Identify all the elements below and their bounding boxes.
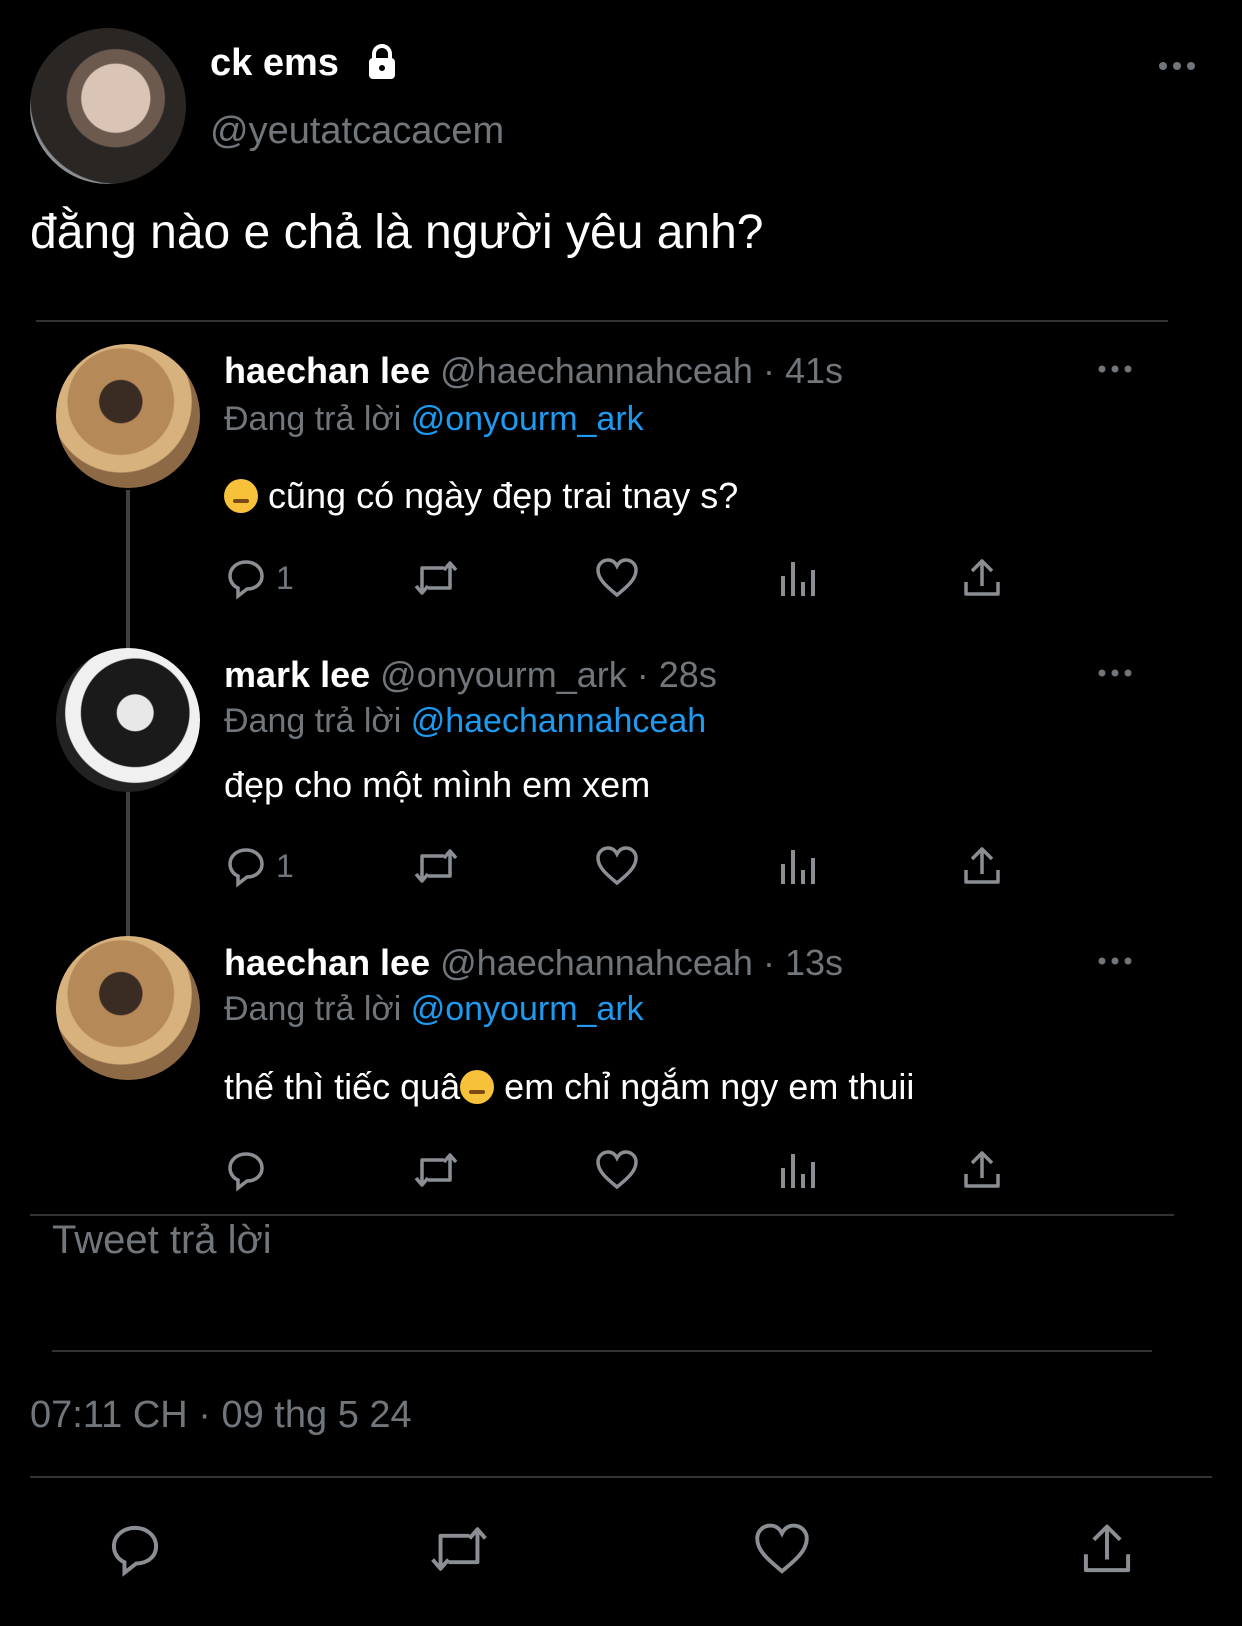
thread-line [126,792,130,938]
retweet-icon [410,844,462,888]
author-avatar[interactable] [30,28,186,184]
disappointed-face-emoji [460,1070,495,1104]
reply-avatar[interactable] [56,936,200,1080]
views-button[interactable] [778,844,818,888]
share-icon [960,844,1004,888]
share-icon [960,556,1004,600]
share-button[interactable] [960,844,1004,888]
reply-author-name[interactable]: haechan lee [224,350,430,391]
reply-header: haechan lee @haechannahceah · 41s [224,350,843,392]
share-button[interactable] [960,556,1004,600]
reply-time: · 28s [636,654,717,695]
retweet-button[interactable] [410,844,462,888]
reply-author-handle[interactable]: @haechannahceah [440,942,753,983]
retweet-icon[interactable] [424,1520,494,1578]
reply-text: cũng có ngày đẹp trai tnay s? [224,475,738,517]
timestamp-divider [30,1476,1212,1478]
replying-to-label: Đang trả lời [224,990,402,1028]
views-button[interactable] [778,1148,818,1192]
views-button[interactable] [778,556,818,600]
reply-text: thế thì tiếc quâ em chỉ ngắm ngy em thui… [224,1066,914,1108]
replying-to-label: Đang trả lời [224,702,402,740]
analytics-icon [778,556,818,600]
action-bar [224,1148,1044,1196]
replying-to: Đang trả lời @onyourm_ark [224,990,644,1029]
composer-divider [52,1350,1152,1352]
retweet-icon [410,556,462,600]
heart-icon [594,1148,640,1192]
bottom-action-bar [0,1520,1242,1580]
share-button[interactable] [960,1148,1004,1192]
replying-to-label: Đang trả lời [224,400,402,438]
replying-to: Đang trả lời @haechannahceah [224,702,706,741]
reply-text-content: em chỉ ngắm ngy em thuii [494,1066,915,1107]
author-display-name[interactable]: ck ems [210,42,339,85]
like-button[interactable] [594,844,640,888]
reply-avatar[interactable] [56,344,200,488]
reply-author-name[interactable]: haechan lee [224,942,430,983]
face-with-hand-over-mouth-emoji [224,479,258,513]
retweet-icon [410,1148,462,1192]
reply-icon[interactable] [106,1520,164,1578]
replying-to-mention[interactable]: @haechannahceah [411,702,706,740]
action-bar: 1 [224,556,1044,604]
retweet-button[interactable] [410,1148,462,1192]
reply-time: · 13s [762,942,843,983]
reply-text-content: thế thì tiếc quâ [224,1066,461,1107]
reply-header: haechan lee @haechannahceah · 13s [224,942,843,984]
replying-to-mention[interactable]: @onyourm_ark [411,400,644,438]
replying-to: Đang trả lời @onyourm_ark [224,400,644,439]
reply-text: đẹp cho một mình em xem [224,764,651,805]
more-icon[interactable] [1098,956,1132,966]
retweet-button[interactable] [410,556,462,600]
reply-author-handle[interactable]: @haechannahceah [440,350,753,391]
tweet-text: đằng nào e chả là người yêu anh? [30,206,764,259]
more-icon[interactable] [1098,668,1132,678]
heart-icon [594,556,640,600]
reply-text-content: cũng có ngày đẹp trai tnay s? [268,475,739,516]
quote-divider [36,320,1168,322]
analytics-icon [778,844,818,888]
like-button[interactable] [594,1148,640,1192]
reply-author-handle[interactable]: @onyourm_ark [380,654,627,695]
share-icon [960,1148,1004,1192]
reply-time: · 41s [762,350,843,391]
author-handle[interactable]: @yeutatcacacem [210,110,504,153]
more-icon[interactable] [1098,364,1132,374]
tweet-timestamp: 07:11 CH · 09 thg 5 24 [30,1394,412,1436]
reply-button[interactable] [224,1148,276,1192]
more-icon[interactable] [1158,60,1196,72]
thread-divider [30,1214,1174,1216]
reply-button[interactable]: 1 [224,556,294,600]
analytics-icon [778,1148,818,1192]
share-icon[interactable] [1078,1520,1136,1578]
heart-icon [594,844,640,888]
replying-to-mention[interactable]: @onyourm_ark [411,990,644,1028]
reply-icon [224,556,268,600]
action-bar: 1 [224,844,1044,892]
reply-button[interactable]: 1 [224,844,294,888]
heart-icon[interactable] [752,1520,812,1578]
lock-icon [368,44,396,80]
reply-avatar[interactable] [56,648,200,792]
reply-count: 1 [276,847,294,884]
reply-header: mark lee @onyourm_ark · 28s [224,654,717,696]
reply-author-name[interactable]: mark lee [224,654,370,695]
reply-icon [224,844,268,888]
thread-line [126,490,130,652]
reply-count: 1 [276,559,294,596]
reply-input[interactable]: Tweet trả lời [52,1218,272,1263]
reply-icon [224,1148,268,1192]
like-button[interactable] [594,556,640,600]
